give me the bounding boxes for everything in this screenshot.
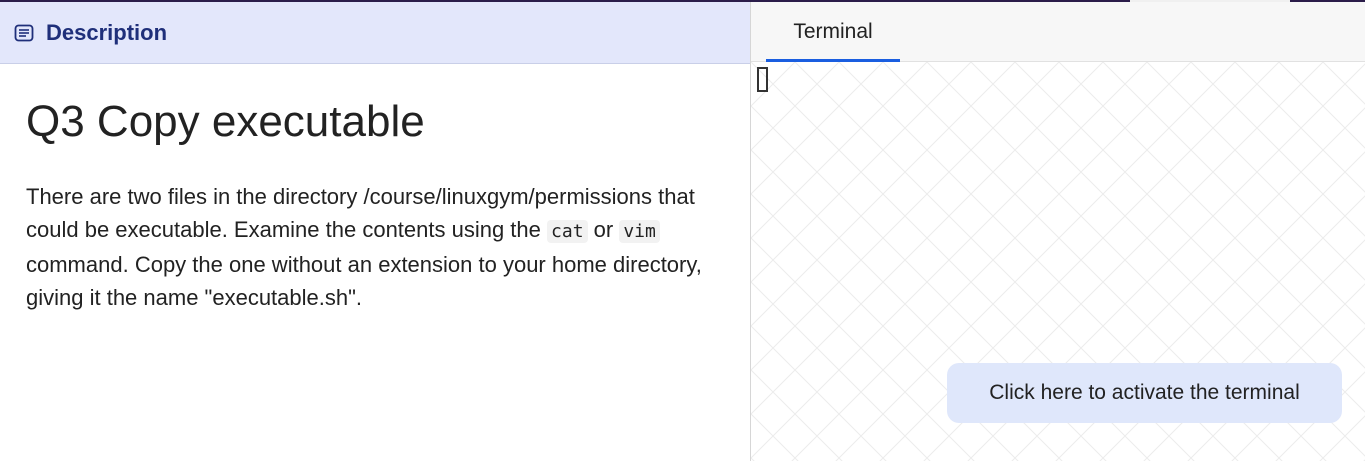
list-icon <box>14 23 34 43</box>
terminal-area[interactable]: Click here to activate the terminal <box>751 62 1365 461</box>
question-text: There are two files in the directory /co… <box>26 180 726 314</box>
terminal-tab-bar: Terminal <box>751 2 1365 62</box>
terminal-cursor <box>757 67 768 92</box>
tab-terminal[interactable]: Terminal <box>766 2 900 62</box>
question-title: Q3 Copy executable <box>26 97 425 146</box>
description-title: Description <box>46 19 168 45</box>
code-cat: cat <box>547 220 588 244</box>
question-content: Q3 Copy executable There are two files i… <box>0 97 750 314</box>
activate-terminal-button[interactable]: Click here to activate the terminal <box>947 363 1342 423</box>
description-pane: Description Q3 Copy executable There are… <box>0 2 750 461</box>
terminal-pane: Terminal Click here to activate the term… <box>751 2 1365 461</box>
question-text-part-2: or <box>587 217 620 243</box>
code-vim: vim <box>619 220 660 244</box>
description-header[interactable]: Description <box>0 2 750 64</box>
question-text-part-3: command. Copy the one without an extensi… <box>26 252 702 311</box>
